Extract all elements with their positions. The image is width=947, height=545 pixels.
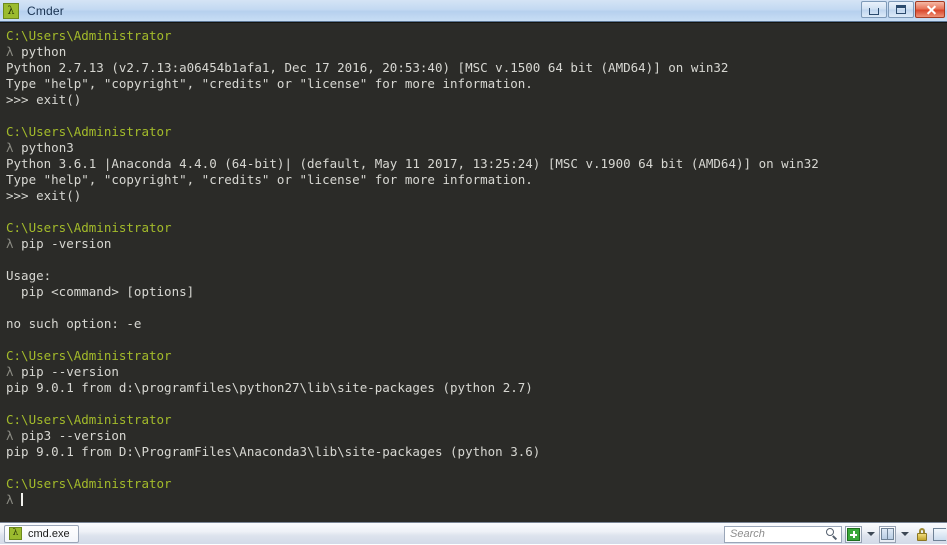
cmder-window: λ Cmder C:\Users\Administrator λ python Py…	[0, 0, 947, 544]
terminal-output-line: >>> exit()	[6, 92, 82, 107]
search-icon	[826, 528, 838, 540]
terminal-command-line: λ pip -version	[6, 236, 112, 251]
split-pane-dropdown[interactable]	[899, 526, 910, 543]
terminal-path-line: C:\Users\Administrator	[6, 124, 172, 139]
search-placeholder: Search	[730, 528, 765, 540]
terminal-output-line: pip 9.0.1 from d:\programfiles\python27\…	[6, 380, 533, 395]
terminal-command-line: λ python	[6, 44, 67, 59]
minimize-button[interactable]	[861, 1, 887, 18]
window-controls	[861, 1, 945, 18]
lambda-icon: λ	[9, 527, 22, 540]
terminal-active-prompt[interactable]: λ	[6, 492, 947, 508]
minimize-icon	[869, 8, 879, 15]
close-button[interactable]	[915, 1, 945, 18]
split-pane-button[interactable]	[879, 525, 896, 543]
terminal-path-line: C:\Users\Administrator	[6, 348, 172, 363]
close-icon	[926, 5, 935, 14]
terminal-path-line: C:\Users\Administrator	[6, 28, 172, 43]
terminal-output-line: >>> exit()	[6, 188, 82, 203]
terminal-path-line: C:\Users\Administrator	[6, 412, 172, 427]
terminal-output-line: Type "help", "copyright", "credits" or "…	[6, 76, 533, 91]
tab-label: cmd.exe	[28, 527, 70, 540]
maximize-icon	[896, 5, 906, 14]
terminal-command-line: λ pip3 --version	[6, 428, 127, 443]
terminal-output-line: Python 3.6.1 |Anaconda 4.4.0 (64-bit)| (…	[6, 156, 819, 171]
title-bar[interactable]: λ Cmder	[0, 0, 947, 22]
terminal-path-line: C:\Users\Administrator	[6, 220, 172, 235]
new-console-dropdown[interactable]	[865, 526, 876, 543]
status-bar: λ cmd.exe Search	[0, 522, 947, 544]
terminal-output-line: pip <command> [options]	[6, 284, 195, 299]
plus-icon	[847, 527, 860, 541]
terminal-command-line: λ python3	[6, 140, 74, 155]
terminal-output-line: no such option: -e	[6, 316, 142, 331]
terminal-path-line: C:\Users\Administrator	[6, 476, 172, 491]
search-input[interactable]: Search	[724, 525, 842, 543]
maximize-button[interactable]	[888, 1, 914, 18]
terminal-cursor	[21, 493, 24, 506]
lock-icon	[916, 527, 928, 541]
split-pane-icon	[881, 528, 894, 540]
tab-cmd-exe[interactable]: λ cmd.exe	[4, 524, 79, 543]
edge-button[interactable]	[933, 527, 946, 541]
status-bar-tools: Search	[724, 523, 947, 545]
terminal-output[interactable]: C:\Users\Administrator λ python Python 2.7…	[0, 22, 947, 522]
lock-button[interactable]	[913, 526, 930, 543]
terminal-output-line: Type "help", "copyright", "credits" or "…	[6, 172, 533, 187]
terminal-command-line: λ pip --version	[6, 364, 119, 379]
new-console-button[interactable]	[845, 525, 862, 543]
lambda-icon: λ	[3, 2, 19, 19]
window-title: Cmder	[27, 3, 65, 18]
terminal-output-line: Python 2.7.13 (v2.7.13:a06454b1afa1, Dec…	[6, 60, 729, 75]
terminal-output-line: Usage:	[6, 268, 52, 283]
terminal-output-line: pip 9.0.1 from D:\ProgramFiles\Anaconda3…	[6, 444, 541, 459]
